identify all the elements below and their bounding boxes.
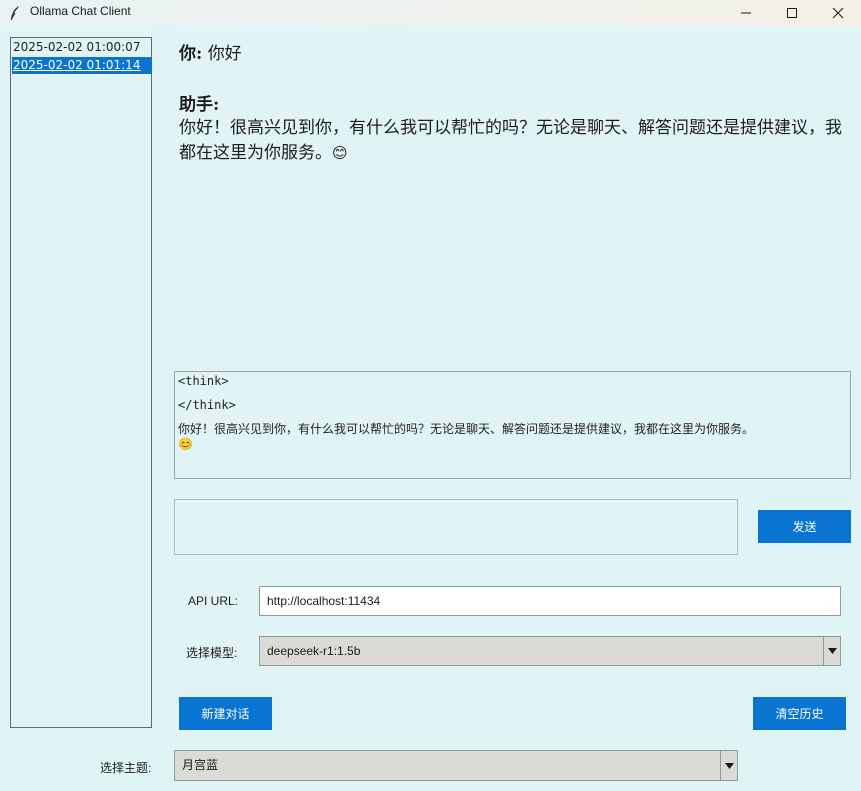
theme-select-value: 月宫蓝	[182, 758, 219, 772]
window-title: Ollama Chat Client	[30, 4, 131, 18]
model-select-value: deepseek-r1:1.5b	[267, 644, 361, 658]
model-select[interactable]: deepseek-r1:1.5b	[259, 636, 841, 666]
raw-output-box[interactable]: <think> </think> 你好！很高兴见到你，有什么我可以帮忙的吗？无论…	[174, 371, 851, 479]
close-icon	[832, 7, 844, 19]
api-url-input[interactable]: http://localhost:11434	[259, 586, 841, 616]
think-close-tag: </think>	[178, 398, 236, 412]
dropdown-arrow-button[interactable]	[720, 751, 737, 780]
model-select-label: 选择模型:	[186, 646, 238, 660]
raw-output-text: 你好！很高兴见到你，有什么我可以帮忙的吗？无论是聊天、解答问题还是提供建议，我都…	[178, 422, 755, 436]
think-open-tag: <think>	[178, 374, 229, 388]
feather-icon	[10, 6, 19, 21]
chevron-down-icon	[827, 648, 837, 654]
user-message: 你: 你好	[179, 39, 242, 64]
assistant-label: 助手:	[179, 95, 220, 115]
history-item[interactable]: 2025-02-02 01:00:07	[12, 39, 152, 56]
minimize-icon	[741, 12, 751, 14]
close-button[interactable]	[815, 0, 861, 26]
message-input[interactable]	[174, 499, 738, 555]
raw-smile-emoji-icon: 😊	[178, 437, 193, 451]
dropdown-arrow-button[interactable]	[823, 637, 840, 665]
history-item-selected[interactable]: 2025-02-02 01:01:14	[12, 57, 152, 74]
minimize-button[interactable]	[723, 0, 769, 26]
theme-select-label: 选择主题:	[100, 761, 152, 775]
title-bar: Ollama Chat Client	[0, 0, 861, 26]
api-url-label: API URL:	[188, 594, 239, 608]
theme-select[interactable]: 月宫蓝	[174, 750, 738, 781]
maximize-icon	[787, 8, 797, 18]
maximize-button[interactable]	[769, 0, 815, 26]
send-button[interactable]: 发送	[758, 510, 851, 543]
user-label: 你:	[179, 44, 203, 64]
assistant-text: 你好！很高兴见到你，有什么我可以帮忙的吗？无论是聊天、解答问题还是提供建议，我都…	[179, 118, 842, 163]
smile-emoji-icon: 😊	[332, 144, 348, 162]
assistant-message: 你好！很高兴见到你，有什么我可以帮忙的吗？无论是聊天、解答问题还是提供建议，我都…	[179, 116, 847, 166]
user-text: 你好	[207, 44, 242, 64]
chevron-down-icon	[724, 762, 734, 769]
clear-history-button[interactable]: 清空历史	[753, 697, 846, 730]
chat-history-list[interactable]: 2025-02-02 01:00:07 2025-02-02 01:01:14	[10, 37, 152, 728]
new-chat-button[interactable]: 新建对话	[179, 697, 272, 730]
